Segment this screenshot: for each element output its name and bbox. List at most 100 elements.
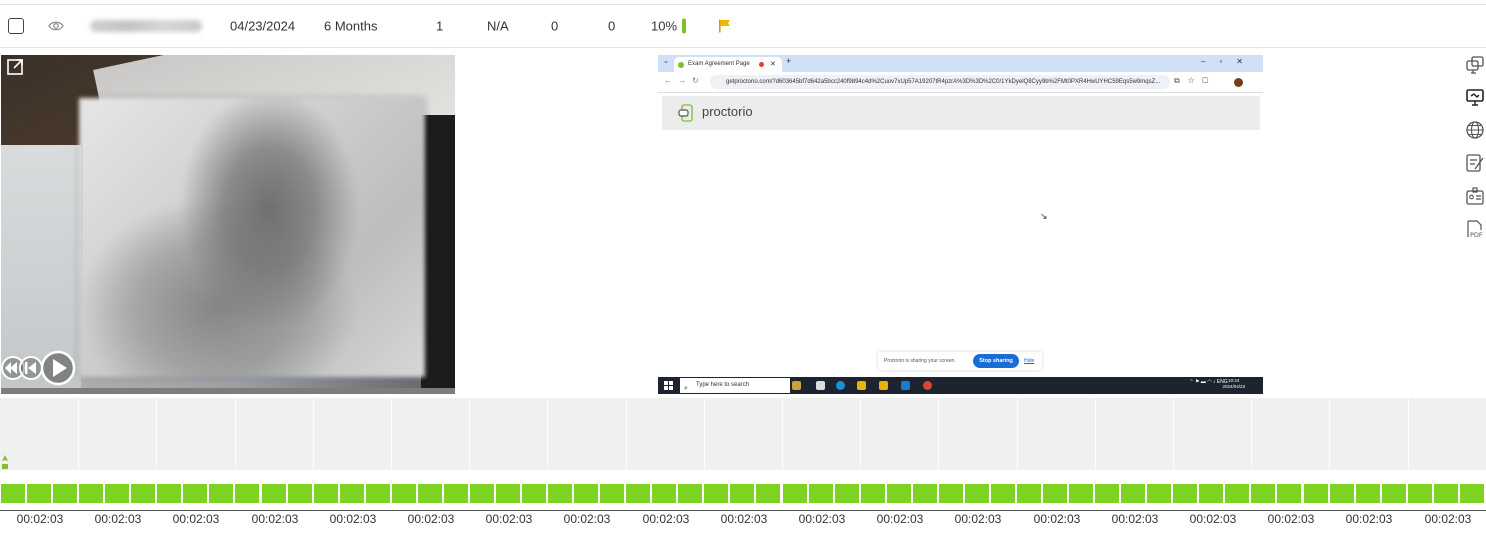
timeline-segment[interactable] bbox=[939, 484, 963, 503]
timeline-time-label: 00:02:03 bbox=[16, 512, 64, 526]
eye-icon[interactable] bbox=[48, 18, 64, 34]
timeline-segment[interactable] bbox=[835, 484, 859, 503]
timeline-segment[interactable] bbox=[522, 484, 546, 503]
timeline-segment[interactable] bbox=[392, 484, 416, 503]
thumb-divider bbox=[1408, 398, 1409, 470]
timeline-segment[interactable] bbox=[366, 484, 390, 503]
timeline-segment[interactable] bbox=[27, 484, 51, 503]
timeline-time-label: 00:02:03 bbox=[1189, 512, 1237, 526]
timeline-segment[interactable] bbox=[157, 484, 181, 503]
webcam-progress-bar[interactable] bbox=[1, 388, 455, 394]
timeline-segment[interactable] bbox=[1043, 484, 1067, 503]
timeline-segment[interactable] bbox=[574, 484, 598, 503]
timeline-segment[interactable] bbox=[1225, 484, 1249, 503]
timeline-segment[interactable] bbox=[209, 484, 233, 503]
timeline-segment[interactable] bbox=[887, 484, 911, 503]
timeline-segment[interactable] bbox=[1251, 484, 1275, 503]
tray-clock: 10:24 2024/04/23 bbox=[1222, 378, 1245, 390]
thumb-divider bbox=[626, 398, 627, 470]
timeline-segment[interactable] bbox=[1460, 484, 1484, 503]
timeline-segment[interactable] bbox=[809, 484, 833, 503]
timeline-segment[interactable] bbox=[756, 484, 780, 503]
id-card-icon[interactable] bbox=[1465, 186, 1485, 206]
timeline-segment[interactable] bbox=[1121, 484, 1145, 503]
timeline-segment[interactable] bbox=[1147, 484, 1171, 503]
timeline-segment[interactable] bbox=[340, 484, 364, 503]
timeline-segment[interactable] bbox=[965, 484, 989, 503]
timeline-segment[interactable] bbox=[1304, 484, 1328, 503]
exam-summary-row: 04/23/2024 6 Months 1 N/A 0 0 10% bbox=[0, 4, 1486, 48]
timeline-segment[interactable] bbox=[131, 484, 155, 503]
timeline-segment[interactable] bbox=[678, 484, 702, 503]
thumb-divider bbox=[1251, 398, 1252, 470]
hide-link: Hide bbox=[1024, 358, 1035, 364]
timeline-segment[interactable] bbox=[496, 484, 520, 503]
timeline-segment[interactable] bbox=[913, 484, 937, 503]
timeline-segment[interactable] bbox=[288, 484, 312, 503]
timeline-segment[interactable] bbox=[1095, 484, 1119, 503]
timeline-segment[interactable] bbox=[991, 484, 1015, 503]
flag-icon[interactable] bbox=[719, 19, 731, 33]
timeline-segment[interactable] bbox=[861, 484, 885, 503]
timeline-marker-icon[interactable] bbox=[2, 455, 8, 469]
timeline-thumbnails[interactable] bbox=[0, 398, 1486, 470]
timeline-segment[interactable] bbox=[548, 484, 572, 503]
timeline-segment[interactable] bbox=[1017, 484, 1041, 503]
timeline-segment[interactable] bbox=[235, 484, 259, 503]
timeline-segment[interactable] bbox=[783, 484, 807, 503]
timeline-track[interactable] bbox=[0, 476, 1486, 511]
tab-close-icon: ✕ bbox=[770, 61, 776, 68]
timeline-segment[interactable] bbox=[418, 484, 442, 503]
timeline-segment[interactable] bbox=[1277, 484, 1301, 503]
share-message: Proctorio is sharing your screen. bbox=[884, 358, 956, 364]
timeline-segment[interactable] bbox=[1199, 484, 1223, 503]
timeline-segment[interactable] bbox=[1330, 484, 1354, 503]
timeline-segment[interactable] bbox=[1382, 484, 1406, 503]
timeline-time-label: 00:02:03 bbox=[720, 512, 768, 526]
timeline-segment[interactable] bbox=[314, 484, 338, 503]
copy-screen-icon[interactable] bbox=[1465, 55, 1485, 75]
timeline-segment[interactable] bbox=[652, 484, 676, 503]
timeline-segment[interactable] bbox=[183, 484, 207, 503]
thumb-divider bbox=[782, 398, 783, 470]
notes-icon[interactable] bbox=[1465, 153, 1485, 173]
timeline-segment[interactable] bbox=[105, 484, 129, 503]
thumb-divider bbox=[235, 398, 236, 470]
browser-toolbar: ←→↻ getproctorio.com/?d603645bf7d642a5bc… bbox=[658, 72, 1263, 93]
timeline-segment[interactable] bbox=[1069, 484, 1093, 503]
address-bar: getproctorio.com/?d603645bf7d642a5bcc240… bbox=[710, 75, 1170, 89]
popout-icon[interactable] bbox=[7, 57, 25, 75]
timeline-segment[interactable] bbox=[626, 484, 650, 503]
step-back-icon[interactable] bbox=[19, 356, 43, 380]
timeline-segment[interactable] bbox=[1, 484, 25, 503]
thumb-divider bbox=[78, 398, 79, 470]
timeline-segment[interactable] bbox=[600, 484, 624, 503]
timeline-segment[interactable] bbox=[1434, 484, 1458, 503]
row-checkbox[interactable] bbox=[8, 18, 24, 34]
retention-duration: 6 Months bbox=[324, 18, 378, 34]
play-icon[interactable] bbox=[40, 350, 76, 386]
timeline-segment[interactable] bbox=[1173, 484, 1197, 503]
svg-text:PDF: PDF bbox=[1470, 231, 1483, 239]
timeline-segment[interactable] bbox=[470, 484, 494, 503]
playback-controls[interactable] bbox=[1, 349, 81, 387]
proctorio-header: proctorio bbox=[662, 96, 1260, 130]
screen-capture[interactable]: ⌄ Exam Agreement Page ✕ + –▫✕ ←→↻ getpro… bbox=[658, 55, 1263, 394]
nav-arrows-icon: ←→↻ bbox=[664, 76, 705, 85]
timeline-segment[interactable] bbox=[1408, 484, 1432, 503]
timeline-time-label: 00:02:03 bbox=[1424, 512, 1472, 526]
windows-taskbar: ⌕ Type here to search ⌃ ⚑ ▬ ◠ ♪ ENG 10:2… bbox=[658, 377, 1263, 394]
timeline-segment[interactable] bbox=[704, 484, 728, 503]
timeline-segment[interactable] bbox=[262, 484, 286, 503]
globe-icon[interactable] bbox=[1465, 120, 1485, 140]
count-value-b: 0 bbox=[608, 18, 616, 34]
pdf-icon[interactable]: PDF bbox=[1465, 219, 1485, 239]
monitor-icon[interactable] bbox=[1465, 87, 1485, 107]
timeline-segment[interactable] bbox=[444, 484, 468, 503]
timeline-segment[interactable] bbox=[79, 484, 103, 503]
webcam-video[interactable] bbox=[1, 55, 455, 394]
timeline-segment[interactable] bbox=[730, 484, 754, 503]
taskbar-app-icon bbox=[792, 381, 801, 390]
timeline-segment[interactable] bbox=[1356, 484, 1380, 503]
timeline-segment[interactable] bbox=[53, 484, 77, 503]
